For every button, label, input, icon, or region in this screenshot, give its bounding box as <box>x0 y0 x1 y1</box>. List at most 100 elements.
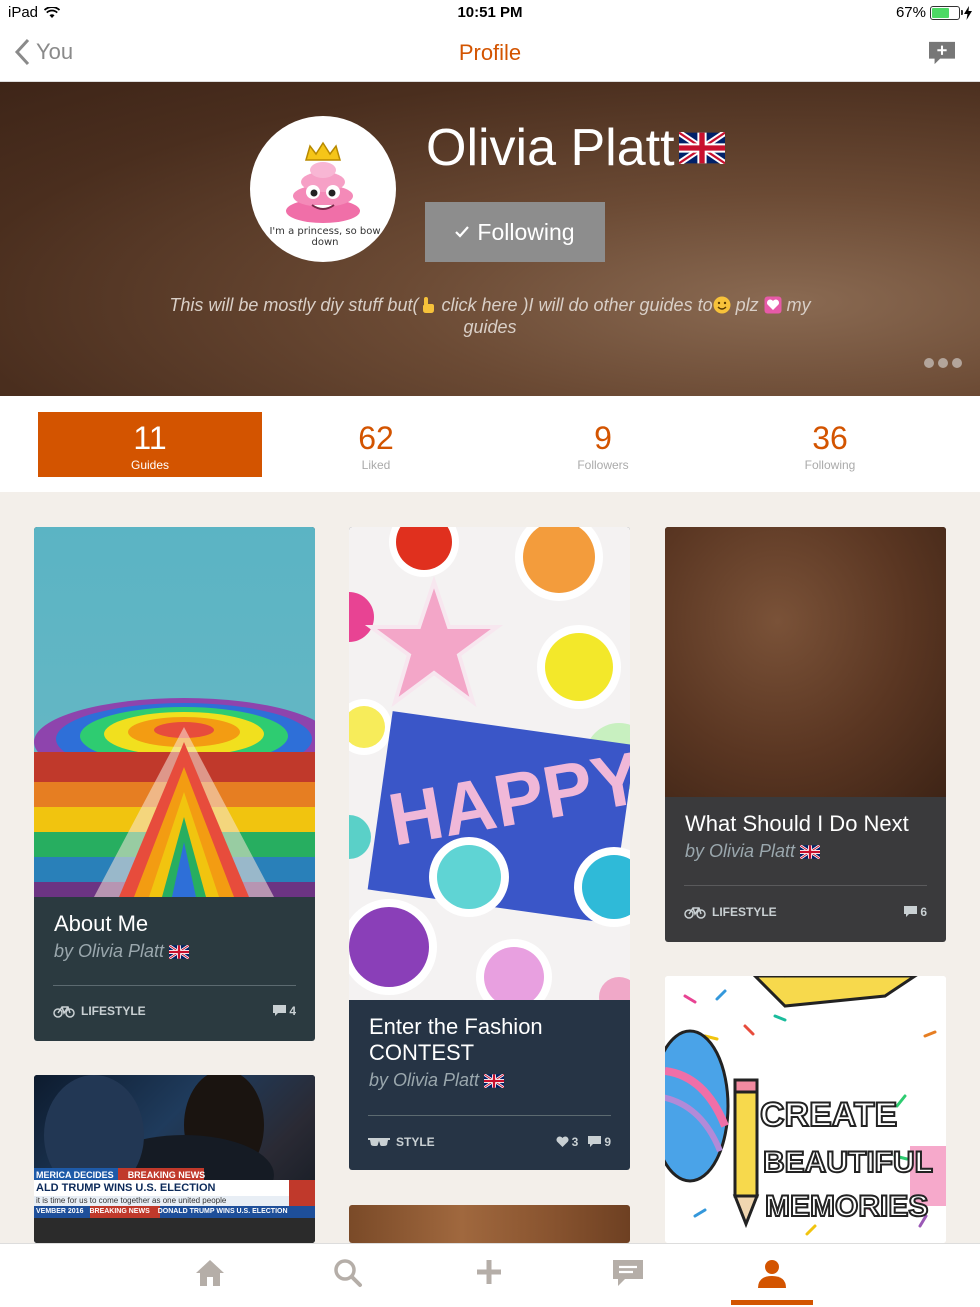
card-author-text: by Olivia Platt <box>369 1070 480 1090</box>
smiling-face-emoji-icon <box>713 296 731 314</box>
stat-followers[interactable]: 9 Followers <box>491 412 715 477</box>
guide-card-election[interactable]: MERICA DECIDES BREAKING NEWS ALD TRUMP WI… <box>34 1075 315 1243</box>
card-category: LIFESTYLE <box>712 905 777 919</box>
profile-header: I'm a princess, so bow down Olivia Platt… <box>0 82 980 396</box>
rainbow-cake-illustration <box>34 698 315 897</box>
card-author: by Olivia Platt <box>34 941 315 962</box>
heart-icon <box>556 1136 569 1147</box>
uk-flag-icon <box>484 1074 505 1089</box>
new-message-icon[interactable] <box>926 40 958 66</box>
plus-icon <box>477 1260 501 1284</box>
status-time: 10:51 PM <box>457 4 523 21</box>
tab-messages[interactable] <box>608 1258 648 1292</box>
stat-following-value: 36 <box>812 420 848 456</box>
bicycle-icon <box>53 1006 75 1018</box>
news-text: VEMBER 2016 <box>36 1208 84 1215</box>
guide-card-fashion-contest[interactable]: HAPPY Enter the Fashion CONTEST by Olivi… <box>349 527 630 1170</box>
stat-guides[interactable]: 11 Guides <box>38 412 262 477</box>
stats-bar: 11 Guides 62 Liked 9 Followers 36 Follow… <box>0 396 980 492</box>
rainbow-cake-image <box>34 527 315 897</box>
card-author-text: by Olivia Platt <box>685 841 796 861</box>
stat-liked-value: 62 <box>358 420 394 456</box>
card-title: About Me <box>54 911 149 936</box>
card-author: by Olivia Platt <box>349 1070 630 1091</box>
news-text: MERICA DECIDES <box>36 1170 114 1180</box>
guide-card-what-next[interactable]: What Should I Do Next by Olivia Platt LI… <box>665 527 946 942</box>
profile-icon <box>758 1260 786 1288</box>
following-button-label: Following <box>477 218 575 245</box>
uk-flag-icon <box>800 845 821 860</box>
bio-text-2: click here )I will do other guides to <box>436 295 713 315</box>
nav-bar: You Profile <box>0 26 980 82</box>
heart-box-emoji-icon <box>764 296 782 314</box>
avatar[interactable]: I'm a princess, so bow down <box>250 116 396 262</box>
news-broadcast-illustration <box>34 1075 315 1243</box>
status-bar: iPad 10:51 PM 67% <box>0 0 980 26</box>
memories-line: MEMORIES <box>765 1190 928 1223</box>
tab-profile[interactable] <box>752 1258 792 1292</box>
sprinkles-image: HAPPY <box>349 527 630 1000</box>
brown-cover-image <box>665 527 946 797</box>
search-icon <box>334 1259 362 1287</box>
guide-card-memories[interactable]: CREATE BEAUTIFUL MEMORIES <box>665 976 946 1243</box>
uk-flag-icon <box>678 132 725 164</box>
profile-name-text: Olivia Platt <box>426 119 675 177</box>
memories-text: CREATE BEAUTIFUL MEMORIES <box>759 1095 934 1224</box>
memories-line: CREATE <box>760 1096 897 1134</box>
card-category: STYLE <box>396 1135 435 1149</box>
news-text: BREAKING NEWS <box>89 1208 150 1215</box>
pointing-hand-emoji-icon <box>423 297 435 313</box>
guide-card-partial[interactable] <box>349 1205 630 1243</box>
avatar-caption: I'm a princess, so bow down <box>269 226 381 248</box>
news-ticker-1: MERICA DECIDES BREAKING NEWS <box>36 1170 205 1180</box>
bicycle-icon <box>684 907 706 919</box>
news-headline: ALD TRUMP WINS U.S. ELECTION <box>36 1182 216 1194</box>
comment-count: 4 <box>289 1004 296 1018</box>
battery-percent: 67% <box>895 4 926 21</box>
home-icon <box>196 1260 224 1286</box>
news-ticker-2: VEMBER 2016 BREAKING NEWS DONALD TRUMP WIN… <box>36 1208 288 1215</box>
bio-text-1: This will be mostly diy stuff but( <box>169 295 419 315</box>
memories-doodle-image: CREATE BEAUTIFUL MEMORIES <box>665 976 946 1243</box>
charging-icon <box>964 5 972 20</box>
battery-icon <box>930 5 963 20</box>
news-text: DONALD TRUMP WINS U.S. ELECTION <box>157 1208 288 1215</box>
comment-icon <box>904 906 918 917</box>
profile-name: Olivia Platt <box>426 118 725 178</box>
card-author: by Olivia Platt <box>665 841 946 862</box>
memories-doodle-illustration: CREATE BEAUTIFUL MEMORIES <box>665 976 946 1236</box>
tab-search[interactable] <box>328 1258 368 1292</box>
comment-count: 9 <box>604 1135 611 1149</box>
comment-count: 6 <box>920 905 927 919</box>
guide-card-about-me[interactable]: About Me by Olivia Platt LIFESTYLE 4 <box>34 527 315 1041</box>
stat-followers-value: 9 <box>594 420 612 456</box>
card-title: Enter the Fashion CONTEST <box>369 1014 543 1065</box>
comment-icon <box>273 1005 287 1016</box>
stat-followers-label: Followers <box>577 458 629 472</box>
tab-bar <box>0 1243 980 1307</box>
bio-text-3: plz <box>730 295 764 315</box>
stat-following-label: Following <box>804 458 856 472</box>
tab-create[interactable] <box>469 1258 509 1292</box>
more-options-button[interactable] <box>924 358 962 368</box>
stat-liked[interactable]: 62 Liked <box>264 412 488 477</box>
card-category: LIFESTYLE <box>81 1004 146 1018</box>
card-author-text: by Olivia Platt <box>54 941 165 961</box>
checkmark-icon <box>455 226 470 238</box>
chat-icon <box>613 1260 643 1286</box>
following-button[interactable]: Following <box>425 202 605 262</box>
memories-line: BEAUTIFUL <box>763 1146 933 1179</box>
like-count: 3 <box>571 1135 579 1149</box>
stat-guides-label: Guides <box>130 458 170 472</box>
news-subline: it is time for us to come together as on… <box>36 1196 227 1205</box>
uk-flag-icon <box>169 945 190 960</box>
stat-following[interactable]: 36 Following <box>718 412 942 477</box>
stat-guides-value: 11 <box>133 420 167 456</box>
tab-home[interactable] <box>190 1258 230 1292</box>
comment-icon <box>588 1136 602 1147</box>
stat-liked-label: Liked <box>361 458 391 472</box>
card-title: What Should I Do Next <box>685 811 909 836</box>
active-tab-indicator <box>731 1300 813 1305</box>
sunglasses-icon <box>368 1138 390 1146</box>
profile-bio: This will be mostly diy stuff but( click… <box>160 294 820 338</box>
